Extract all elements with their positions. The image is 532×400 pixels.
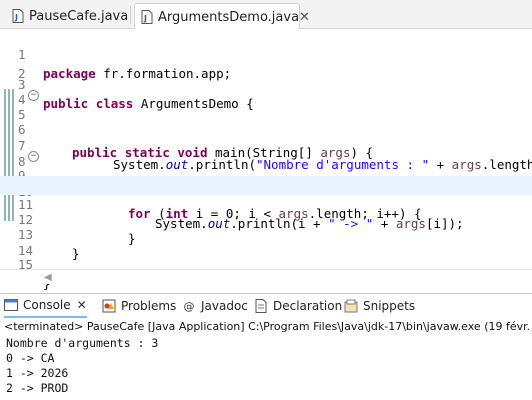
fold-toggle-icon[interactable]: − <box>28 90 39 101</box>
editor-tab-bar: J PauseCafe.java J ArgumentsDemo.java ✕ <box>0 0 532 30</box>
console-icon <box>4 298 18 312</box>
tab-snippets[interactable]: Snippets <box>344 294 415 318</box>
problems-icon <box>102 299 116 313</box>
close-icon[interactable]: ✕ <box>77 298 87 312</box>
code-line: 1 package fr.formation.app; <box>0 26 532 81</box>
tab-javadoc[interactable]: @ Javadoc <box>182 294 248 318</box>
view-tab-bar: Console ✕ Problems @ Javadoc Declaration… <box>0 293 532 319</box>
console-line: Nombre d'arguments : 3 <box>6 336 159 350</box>
tab-console[interactable]: Console ✕ <box>4 294 87 318</box>
snippets-icon <box>344 299 358 313</box>
scroll-left-icon[interactable]: ◀ <box>44 272 52 283</box>
tab-label: PauseCafe.java <box>29 8 129 24</box>
javadoc-icon: @ <box>183 299 195 313</box>
code-editor[interactable]: 1 package fr.formation.app; 2 3 public c… <box>0 26 532 291</box>
tab-divider <box>130 6 131 24</box>
tab-pausecafe[interactable]: J PauseCafe.java <box>6 4 128 28</box>
svg-text:J: J <box>14 13 18 22</box>
code-line: 16 <box>0 251 532 287</box>
console-status: <terminated> PauseCafe [Java Application… <box>0 318 532 336</box>
view-tab-label: Problems <box>121 299 177 313</box>
declaration-icon <box>254 299 268 313</box>
svg-text:J: J <box>143 14 147 23</box>
view-tab-label: Javadoc <box>201 299 248 313</box>
console-output[interactable]: Nombre d'arguments : 30 -> CA 1 -> 2026 2 … <box>6 336 158 396</box>
view-tab-label: Snippets <box>363 299 416 313</box>
view-tab-label: Console <box>23 298 71 312</box>
console-line: 2 -> PROD <box>6 381 69 395</box>
java-file-icon: J <box>12 9 24 23</box>
tab-problems[interactable]: Problems <box>102 294 176 318</box>
horizontal-scrollbar[interactable]: ◀ <box>0 269 532 284</box>
view-tab-label: Declaration <box>273 299 343 313</box>
fold-toggle-icon[interactable]: − <box>28 151 39 162</box>
tab-label: ArgumentsDemo.java <box>158 9 300 25</box>
java-file-icon: J <box>141 10 153 24</box>
console-line: 0 -> CA <box>6 351 55 365</box>
console-line: 1 -> 2026 <box>6 366 69 380</box>
tab-declaration[interactable]: Declaration <box>254 294 342 318</box>
close-icon[interactable]: ✕ <box>299 10 310 25</box>
